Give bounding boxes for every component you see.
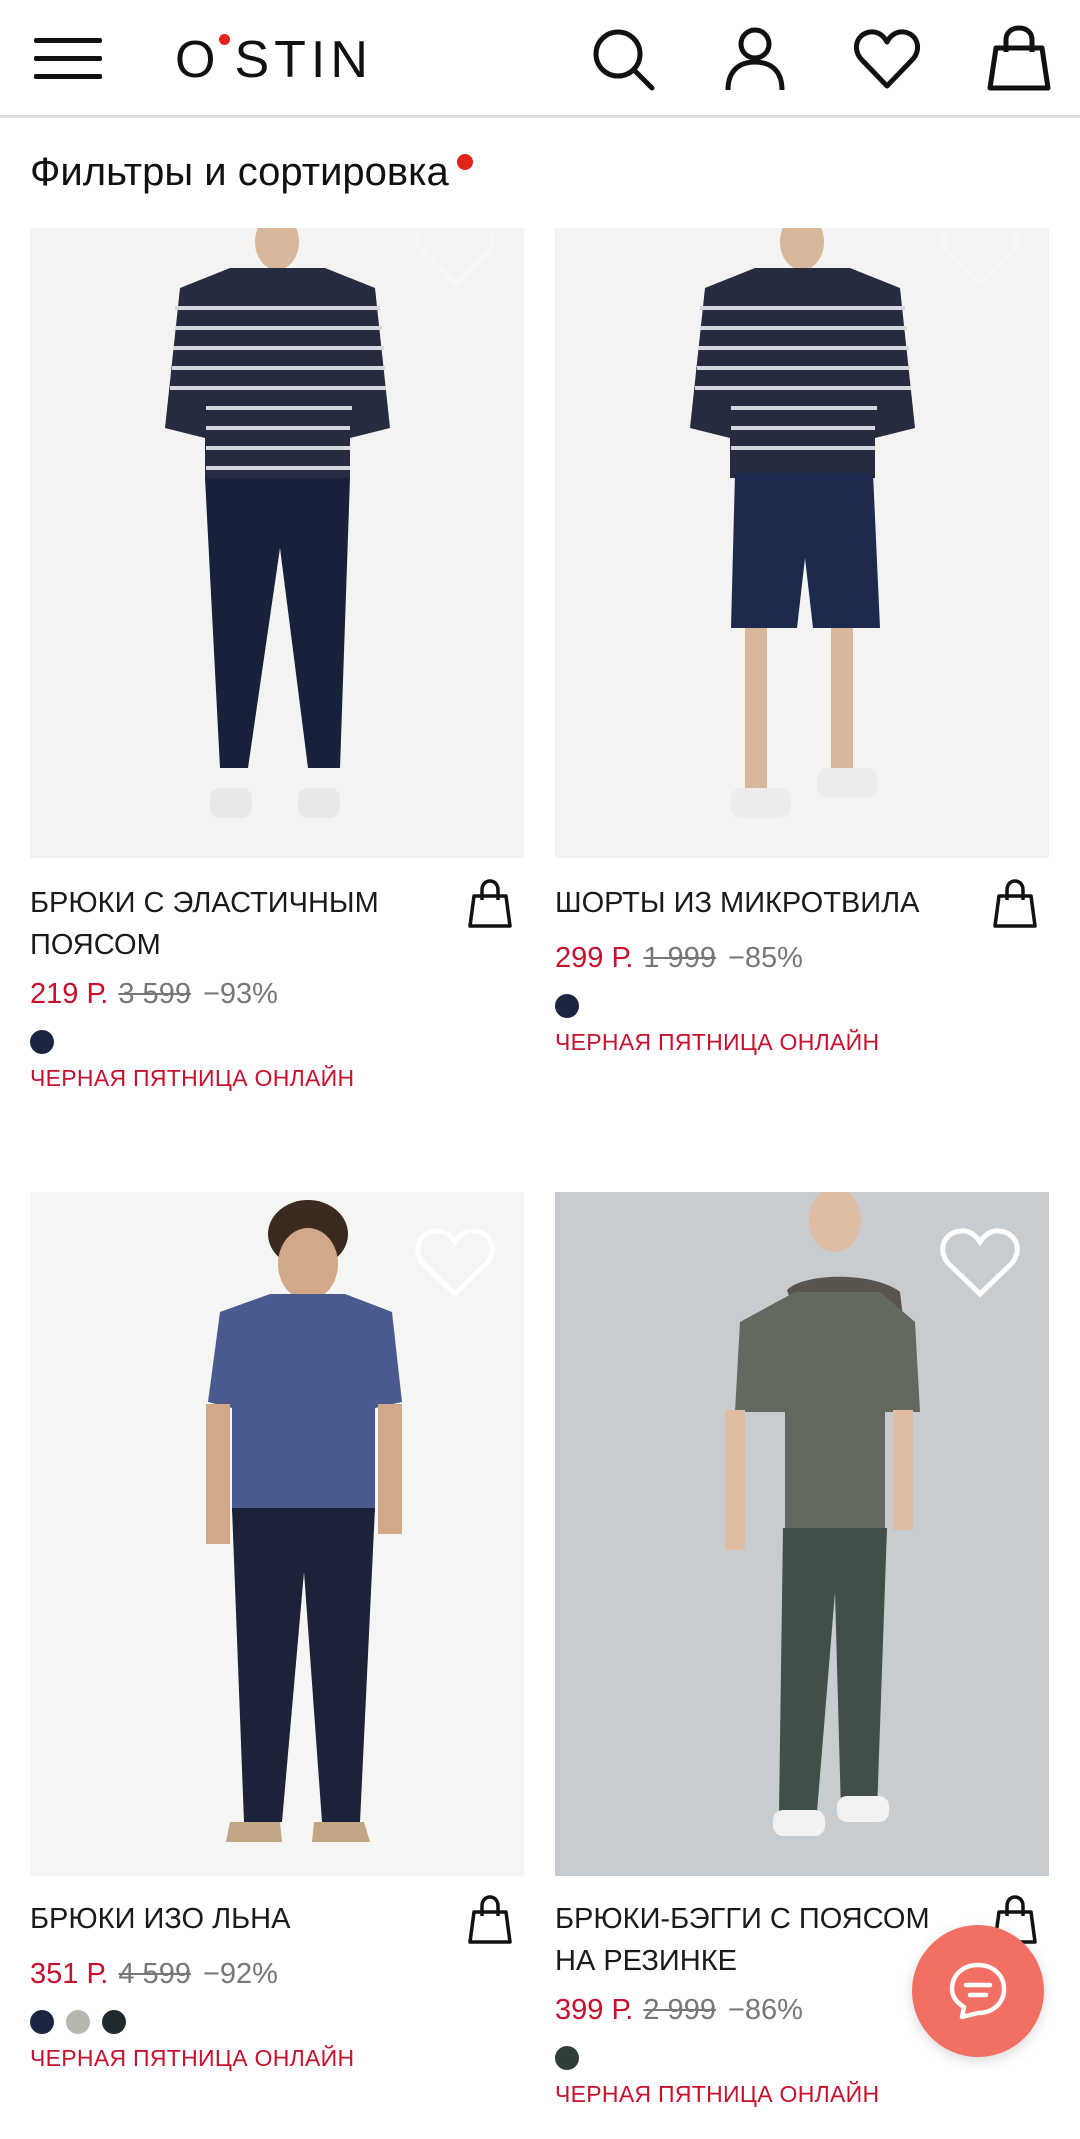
- product-title[interactable]: ШОРТЫ ИЗ МИКРОТВИЛА: [555, 882, 975, 924]
- price-row: 351 Р. 4 599 −92%: [30, 1954, 278, 1994]
- current-price: 351 Р.: [30, 1958, 109, 1990]
- color-swatches: [555, 2046, 579, 2070]
- color-swatches: [30, 2010, 126, 2034]
- current-price: 399 Р.: [555, 1994, 634, 2026]
- discount: −86%: [727, 1994, 803, 2026]
- top-header: O STIN: [0, 0, 1080, 118]
- account-icon[interactable]: [720, 24, 790, 94]
- favorite-heart-icon[interactable]: [414, 216, 496, 290]
- logo-text: STIN: [234, 31, 373, 89]
- add-to-cart-icon[interactable]: [991, 878, 1039, 930]
- menu-icon[interactable]: [34, 36, 102, 82]
- color-swatch[interactable]: [30, 1030, 54, 1054]
- favorite-heart-icon[interactable]: [414, 1226, 496, 1300]
- old-price: 2 999: [643, 1994, 716, 2026]
- logo-letter-o: O: [175, 30, 231, 90]
- color-swatch[interactable]: [30, 2010, 54, 2034]
- filters-label: Фильтры и сортировка: [30, 150, 449, 194]
- product-image[interactable]: [555, 228, 1049, 858]
- promo-label: ЧЕРНАЯ ПЯТНИЦА ОНЛАЙН: [30, 1065, 355, 1091]
- current-price: 299 Р.: [555, 942, 634, 974]
- add-to-cart-icon[interactable]: [466, 1894, 514, 1946]
- old-price: 4 599: [118, 1958, 191, 1990]
- product-card[interactable]: ШОРТЫ ИЗ МИКРОТВИЛА 299 Р. 1 999 −85% ЧЕРН…: [555, 218, 1049, 1108]
- product-title[interactable]: БРЮКИ-БЭГГИ С ПОЯСОМ НА РЕЗИНКЕ: [555, 1898, 975, 1982]
- discount: −93%: [202, 978, 278, 1010]
- discount: −85%: [727, 942, 803, 974]
- logo-dot: [219, 34, 231, 45]
- add-to-cart-icon[interactable]: [466, 878, 514, 930]
- filters-sort-button[interactable]: Фильтры и сортировка: [30, 150, 473, 195]
- price-row: 219 Р. 3 599 −93%: [30, 974, 278, 1014]
- current-price: 219 Р.: [30, 978, 109, 1010]
- product-card[interactable]: БРЮКИ С ЭЛАСТИЧНЫМ ПОЯСОМ 219 Р. 3 599 −93…: [30, 218, 524, 1108]
- old-price: 1 999: [643, 942, 716, 974]
- chat-support-button[interactable]: [912, 1925, 1044, 2057]
- product-card[interactable]: БРЮКИ ИЗО ЛЬНА 351 Р. 4 599 −92% ЧЕРНАЯ ПЯ…: [30, 1192, 524, 2092]
- color-swatches: [555, 994, 579, 1018]
- color-swatch[interactable]: [555, 994, 579, 1018]
- color-swatch[interactable]: [555, 2046, 579, 2070]
- promo-label: ЧЕРНАЯ ПЯТНИЦА ОНЛАЙН: [555, 2081, 880, 2107]
- price-row: 299 Р. 1 999 −85%: [555, 938, 803, 978]
- price-row: 399 Р. 2 999 −86%: [555, 1990, 803, 2030]
- promo-label: ЧЕРНАЯ ПЯТНИЦА ОНЛАЙН: [30, 2045, 355, 2071]
- brand-logo[interactable]: O STIN: [175, 30, 373, 90]
- product-title[interactable]: БРЮКИ ИЗО ЛЬНА: [30, 1898, 450, 1940]
- discount: −92%: [202, 1958, 278, 1990]
- favorite-heart-icon[interactable]: [939, 1226, 1021, 1300]
- favorites-icon[interactable]: [852, 24, 922, 94]
- search-icon[interactable]: [588, 24, 658, 94]
- cart-icon[interactable]: [984, 24, 1054, 94]
- color-swatch[interactable]: [102, 2010, 126, 2034]
- color-swatch[interactable]: [66, 2010, 90, 2034]
- old-price: 3 599: [118, 978, 191, 1010]
- chat-bubble-icon: [949, 1962, 1007, 2020]
- promo-label: ЧЕРНАЯ ПЯТНИЦА ОНЛАЙН: [555, 1029, 880, 1055]
- color-swatches: [30, 1030, 54, 1054]
- favorite-heart-icon[interactable]: [939, 216, 1021, 290]
- product-image[interactable]: [30, 228, 524, 858]
- filters-active-indicator: [456, 154, 473, 170]
- product-title[interactable]: БРЮКИ С ЭЛАСТИЧНЫМ ПОЯСОМ: [30, 882, 450, 966]
